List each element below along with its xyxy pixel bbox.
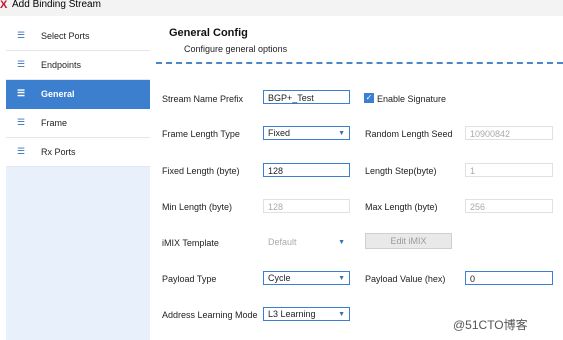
length-step-label: Length Step(byte) <box>365 166 437 176</box>
min-length-label: Min Length (byte) <box>162 202 233 212</box>
frame-length-type-label: Frame Length Type <box>162 129 240 139</box>
chevron-down-icon: ▼ <box>338 130 345 137</box>
sidebar-item-general[interactable]: ☰ General <box>6 80 150 109</box>
divider <box>156 62 563 64</box>
enable-signature-checkbox[interactable]: ✓ <box>364 93 374 103</box>
page-title: General Config <box>169 27 248 39</box>
sidebar-item-label: Frame <box>41 118 68 128</box>
chevron-down-icon: ▼ <box>338 311 345 318</box>
sidebar-item-endpoints[interactable]: ☰ Endpoints <box>6 51 150 80</box>
enable-signature-label: Enable Signature <box>377 94 447 104</box>
chevron-down-icon: ▼ <box>338 239 345 246</box>
title-bar: X Add Binding Stream <box>0 0 563 16</box>
address-learning-mode-select[interactable]: L3 Learning ▼ <box>263 307 350 321</box>
page-subtitle: Configure general options <box>184 44 288 54</box>
menu-icon: ☰ <box>17 59 26 69</box>
menu-icon: ☰ <box>17 88 26 98</box>
sidebar-item-label: Select Ports <box>41 31 90 41</box>
imix-template-value: Default <box>268 237 297 247</box>
menu-icon: ☰ <box>17 30 26 40</box>
sidebar-item-label: Endpoints <box>41 60 82 70</box>
sidebar: ☰ Select Ports ☰ Endpoints ☰ General ☰ F… <box>6 22 151 340</box>
imix-template-select[interactable]: Default ▼ <box>263 235 350 249</box>
edit-imix-button[interactable]: Edit iMIX <box>365 233 452 249</box>
window-title: Add Binding Stream <box>12 0 101 10</box>
random-length-seed-label: Random Length Seed <box>365 129 453 139</box>
payload-value-input[interactable]: 0 <box>465 271 553 285</box>
address-learning-mode-label: Address Learning Mode <box>162 310 258 320</box>
random-length-seed-input[interactable]: 10900842 <box>465 126 553 140</box>
stream-name-prefix-input[interactable]: BGP+_Test <box>263 90 350 104</box>
chevron-down-icon: ▼ <box>338 275 345 282</box>
length-step-input[interactable]: 1 <box>465 163 553 177</box>
max-length-label: Max Length (byte) <box>365 202 438 212</box>
imix-template-label: iMIX Template <box>162 238 219 248</box>
fixed-length-label: Fixed Length (byte) <box>162 166 240 176</box>
max-length-input[interactable]: 256 <box>465 199 553 213</box>
menu-icon: ☰ <box>17 146 26 156</box>
frame-length-type-value: Fixed <box>268 128 291 138</box>
sidebar-item-frame[interactable]: ☰ Frame <box>6 109 150 138</box>
payload-type-select[interactable]: Cycle ▼ <box>263 271 350 285</box>
app-logo-x-icon: X <box>0 0 8 11</box>
payload-type-value: Cycle <box>268 273 291 283</box>
sidebar-item-label: Rx Ports <box>41 147 76 157</box>
frame-length-type-select[interactable]: Fixed ▼ <box>263 126 350 140</box>
address-learning-mode-value: L3 Learning <box>268 309 316 319</box>
fixed-length-input[interactable]: 128 <box>263 163 350 177</box>
sidebar-item-select-ports[interactable]: ☰ Select Ports <box>6 22 150 51</box>
sidebar-item-label: General <box>41 89 75 99</box>
min-length-input[interactable]: 128 <box>263 199 350 213</box>
watermark: @51CTO博客 <box>453 318 528 332</box>
menu-icon: ☰ <box>17 117 26 127</box>
sidebar-item-rx-ports[interactable]: ☰ Rx Ports <box>6 138 150 167</box>
stream-name-prefix-label: Stream Name Prefix <box>162 94 244 104</box>
payload-value-label: Payload Value (hex) <box>365 274 446 284</box>
main-panel: General Config Configure general options… <box>150 16 563 340</box>
payload-type-label: Payload Type <box>162 274 217 284</box>
